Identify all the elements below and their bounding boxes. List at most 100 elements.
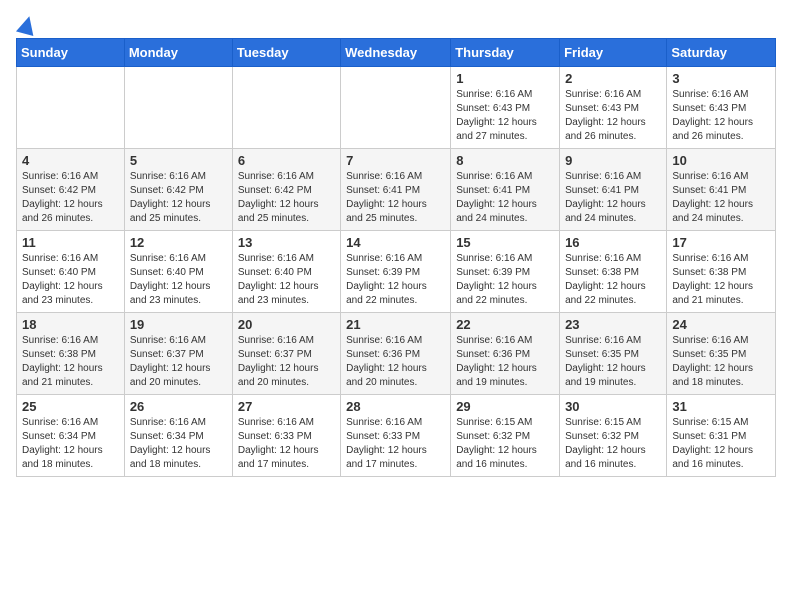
day-number: 9 [565, 153, 661, 168]
calendar-day-cell: 25 Sunrise: 6:16 AM Sunset: 6:34 PM Dayli… [17, 395, 125, 477]
calendar-day-cell: 3 Sunrise: 6:16 AM Sunset: 6:43 PM Daylig… [667, 67, 776, 149]
calendar-week-row: 11 Sunrise: 6:16 AM Sunset: 6:40 PM Dayli… [17, 231, 776, 313]
day-number: 1 [456, 71, 554, 86]
calendar-day-cell: 27 Sunrise: 6:16 AM Sunset: 6:33 PM Dayli… [232, 395, 340, 477]
day-info: Sunrise: 6:16 AM Sunset: 6:41 PM Dayligh… [672, 170, 770, 226]
day-info: Sunrise: 6:16 AM Sunset: 6:37 PM Dayligh… [130, 334, 227, 390]
weekday-header-tuesday: Tuesday [232, 39, 340, 67]
day-info: Sunrise: 6:16 AM Sunset: 6:35 PM Dayligh… [565, 334, 661, 390]
day-number: 3 [672, 71, 770, 86]
calendar-day-cell: 5Sunrise: 6:16 AM Sunset: 6:42 PM Daylig… [124, 149, 232, 231]
calendar-table: SundayMondayTuesdayWednesdayThursdayFrid… [16, 38, 776, 477]
calendar-day-cell: 7Sunrise: 6:16 AM Sunset: 6:41 PM Daylig… [341, 149, 451, 231]
weekday-header-wednesday: Wednesday [341, 39, 451, 67]
calendar-day-cell [232, 67, 340, 149]
day-info: Sunrise: 6:15 AM Sunset: 6:32 PM Dayligh… [456, 416, 554, 472]
day-info: Sunrise: 6:16 AM Sunset: 6:37 PM Dayligh… [238, 334, 335, 390]
calendar-day-cell: 1 Sunrise: 6:16 AM Sunset: 6:43 PM Daylig… [451, 67, 560, 149]
calendar-day-cell: 18Sunrise: 6:16 AM Sunset: 6:38 PM Dayli… [17, 313, 125, 395]
calendar-day-cell: 6 Sunrise: 6:16 AM Sunset: 6:42 PM Daylig… [232, 149, 340, 231]
day-number: 8 [456, 153, 554, 168]
day-info: Sunrise: 6:16 AM Sunset: 6:38 PM Dayligh… [22, 334, 119, 390]
day-number: 24 [672, 317, 770, 332]
day-info: Sunrise: 6:15 AM Sunset: 6:31 PM Dayligh… [672, 416, 770, 472]
calendar-day-cell: 26Sunrise: 6:16 AM Sunset: 6:34 PM Dayli… [124, 395, 232, 477]
calendar-day-cell: 2 Sunrise: 6:16 AM Sunset: 6:43 PM Daylig… [560, 67, 667, 149]
calendar-day-cell: 28Sunrise: 6:16 AM Sunset: 6:33 PM Dayli… [341, 395, 451, 477]
calendar-week-row: 1 Sunrise: 6:16 AM Sunset: 6:43 PM Daylig… [17, 67, 776, 149]
day-number: 29 [456, 399, 554, 414]
calendar-week-row: 18Sunrise: 6:16 AM Sunset: 6:38 PM Dayli… [17, 313, 776, 395]
calendar-day-cell: 19 Sunrise: 6:16 AM Sunset: 6:37 PM Dayli… [124, 313, 232, 395]
day-number: 19 [130, 317, 227, 332]
day-info: Sunrise: 6:16 AM Sunset: 6:42 PM Dayligh… [22, 170, 119, 226]
weekday-header-friday: Friday [560, 39, 667, 67]
day-number: 20 [238, 317, 335, 332]
weekday-header-saturday: Saturday [667, 39, 776, 67]
day-info: Sunrise: 6:15 AM Sunset: 6:32 PM Dayligh… [565, 416, 661, 472]
calendar-day-cell [341, 67, 451, 149]
day-info: Sunrise: 6:16 AM Sunset: 6:40 PM Dayligh… [130, 252, 227, 308]
calendar-day-cell: 31 Sunrise: 6:15 AM Sunset: 6:31 PM Dayli… [667, 395, 776, 477]
calendar-day-cell: 17 Sunrise: 6:16 AM Sunset: 6:38 PM Dayli… [667, 231, 776, 313]
day-number: 11 [22, 235, 119, 250]
day-info: Sunrise: 6:16 AM Sunset: 6:43 PM Dayligh… [456, 88, 554, 144]
day-number: 6 [238, 153, 335, 168]
day-info: Sunrise: 6:16 AM Sunset: 6:36 PM Dayligh… [346, 334, 445, 390]
day-number: 12 [130, 235, 227, 250]
calendar-day-cell: 13 Sunrise: 6:16 AM Sunset: 6:40 PM Dayli… [232, 231, 340, 313]
day-number: 7 [346, 153, 445, 168]
day-number: 30 [565, 399, 661, 414]
day-info: Sunrise: 6:16 AM Sunset: 6:41 PM Dayligh… [565, 170, 661, 226]
day-number: 22 [456, 317, 554, 332]
day-info: Sunrise: 6:16 AM Sunset: 6:36 PM Dayligh… [456, 334, 554, 390]
calendar-day-cell: 4 Sunrise: 6:16 AM Sunset: 6:42 PM Daylig… [17, 149, 125, 231]
day-info: Sunrise: 6:16 AM Sunset: 6:40 PM Dayligh… [238, 252, 335, 308]
day-number: 16 [565, 235, 661, 250]
day-number: 25 [22, 399, 119, 414]
page-header [16, 16, 776, 26]
day-info: Sunrise: 6:16 AM Sunset: 6:41 PM Dayligh… [456, 170, 554, 226]
day-number: 17 [672, 235, 770, 250]
weekday-header-thursday: Thursday [451, 39, 560, 67]
day-info: Sunrise: 6:16 AM Sunset: 6:35 PM Dayligh… [672, 334, 770, 390]
calendar-day-cell: 8 Sunrise: 6:16 AM Sunset: 6:41 PM Daylig… [451, 149, 560, 231]
calendar-day-cell: 30 Sunrise: 6:15 AM Sunset: 6:32 PM Dayli… [560, 395, 667, 477]
calendar-day-cell: 10Sunrise: 6:16 AM Sunset: 6:41 PM Dayli… [667, 149, 776, 231]
day-number: 15 [456, 235, 554, 250]
calendar-day-cell [17, 67, 125, 149]
weekday-header-monday: Monday [124, 39, 232, 67]
calendar-day-cell: 21 Sunrise: 6:16 AM Sunset: 6:36 PM Dayli… [341, 313, 451, 395]
day-info: Sunrise: 6:16 AM Sunset: 6:43 PM Dayligh… [565, 88, 661, 144]
day-number: 31 [672, 399, 770, 414]
calendar-day-cell: 23 Sunrise: 6:16 AM Sunset: 6:35 PM Dayli… [560, 313, 667, 395]
calendar-day-cell: 15 Sunrise: 6:16 AM Sunset: 6:39 PM Dayli… [451, 231, 560, 313]
calendar-week-row: 4 Sunrise: 6:16 AM Sunset: 6:42 PM Daylig… [17, 149, 776, 231]
day-number: 21 [346, 317, 445, 332]
day-info: Sunrise: 6:16 AM Sunset: 6:42 PM Dayligh… [238, 170, 335, 226]
day-number: 27 [238, 399, 335, 414]
day-number: 5 [130, 153, 227, 168]
day-info: Sunrise: 6:16 AM Sunset: 6:38 PM Dayligh… [672, 252, 770, 308]
day-info: Sunrise: 6:16 AM Sunset: 6:34 PM Dayligh… [22, 416, 119, 472]
calendar-day-cell: 29 Sunrise: 6:15 AM Sunset: 6:32 PM Dayli… [451, 395, 560, 477]
day-number: 14 [346, 235, 445, 250]
calendar-day-cell: 24 Sunrise: 6:16 AM Sunset: 6:35 PM Dayli… [667, 313, 776, 395]
day-info: Sunrise: 6:16 AM Sunset: 6:40 PM Dayligh… [22, 252, 119, 308]
day-info: Sunrise: 6:16 AM Sunset: 6:33 PM Dayligh… [238, 416, 335, 472]
calendar-day-cell: 20 Sunrise: 6:16 AM Sunset: 6:37 PM Dayli… [232, 313, 340, 395]
day-number: 4 [22, 153, 119, 168]
day-info: Sunrise: 6:16 AM Sunset: 6:38 PM Dayligh… [565, 252, 661, 308]
day-info: Sunrise: 6:16 AM Sunset: 6:39 PM Dayligh… [346, 252, 445, 308]
calendar-day-cell: 16 Sunrise: 6:16 AM Sunset: 6:38 PM Dayli… [560, 231, 667, 313]
day-number: 13 [238, 235, 335, 250]
calendar-day-cell: 12 Sunrise: 6:16 AM Sunset: 6:40 PM Dayli… [124, 231, 232, 313]
day-info: Sunrise: 6:16 AM Sunset: 6:33 PM Dayligh… [346, 416, 445, 472]
logo [16, 16, 36, 26]
day-info: Sunrise: 6:16 AM Sunset: 6:43 PM Dayligh… [672, 88, 770, 144]
day-info: Sunrise: 6:16 AM Sunset: 6:39 PM Dayligh… [456, 252, 554, 308]
day-number: 2 [565, 71, 661, 86]
day-number: 23 [565, 317, 661, 332]
calendar-day-cell: 9 Sunrise: 6:16 AM Sunset: 6:41 PM Daylig… [560, 149, 667, 231]
logo-triangle-icon [16, 14, 38, 36]
